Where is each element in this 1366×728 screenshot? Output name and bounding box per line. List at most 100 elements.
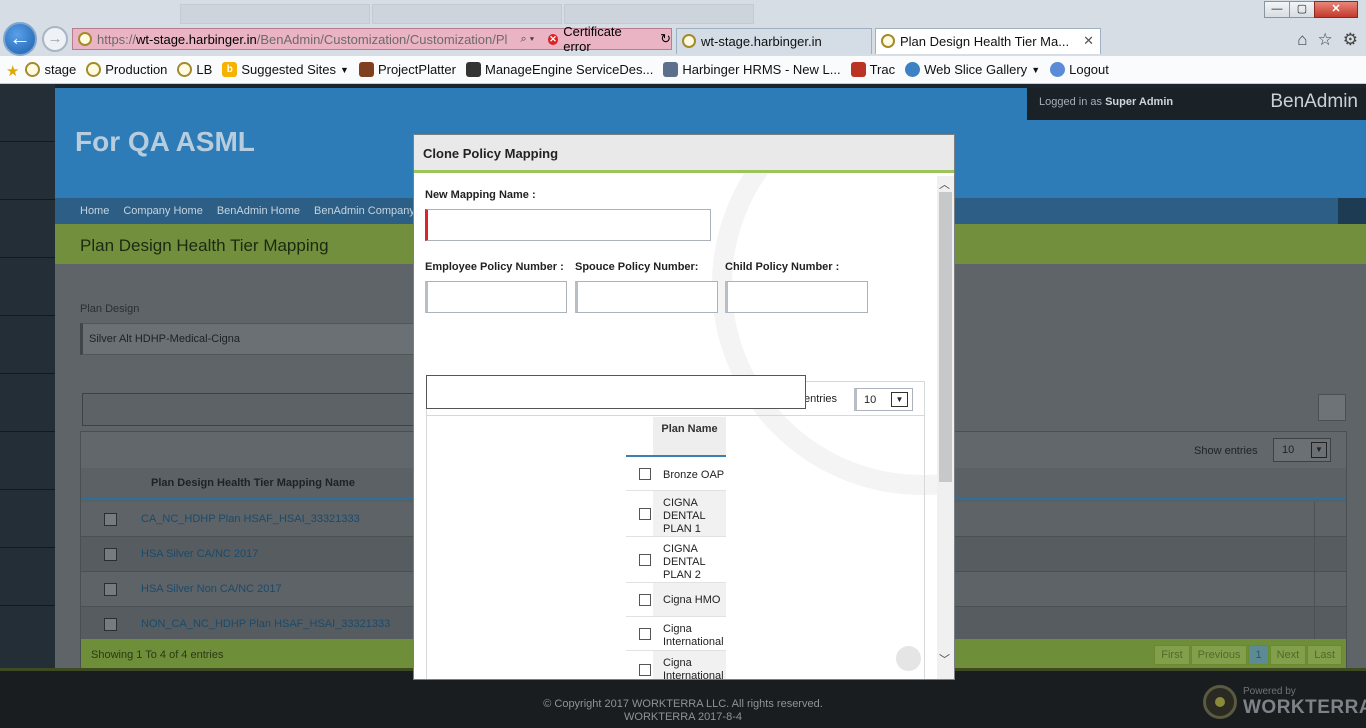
chevron-up-icon[interactable]: ︿ <box>939 176 950 192</box>
row-link[interactable]: HSA Silver CA/NC 2017 <box>141 548 258 560</box>
entries-label: entries <box>804 393 838 405</box>
plan-checkbox[interactable] <box>639 468 651 480</box>
fav-manageengine[interactable]: ManageEngine ServiceDes... <box>465 62 653 77</box>
plan-row: Cigna International <box>626 617 726 651</box>
url-text[interactable]: https://wt-stage.harbinger.in/BenAdmin/C… <box>73 32 507 47</box>
row-checkbox[interactable] <box>104 513 117 526</box>
rail-item[interactable] <box>0 200 55 258</box>
address-bar[interactable]: https://wt-stage.harbinger.in/BenAdmin/C… <box>72 24 672 54</box>
brand-logo: BenAdmin <box>1270 91 1358 112</box>
fav-production[interactable]: Production <box>86 62 167 77</box>
plans-search-input[interactable] <box>426 375 806 409</box>
bing-icon: b <box>222 62 238 77</box>
add-favorites-icon[interactable]: ★ <box>6 62 19 80</box>
plan-checkbox[interactable] <box>639 508 651 520</box>
employee-policy-input[interactable] <box>425 281 567 313</box>
plan-row: CIGNA DENTAL PLAN 2 <box>626 537 726 583</box>
child-policy-input[interactable] <box>725 281 868 313</box>
window-controls: — ▢ ✕ <box>1264 1 1358 18</box>
tab-wt-stage[interactable]: wt-stage.harbinger.in <box>676 28 872 54</box>
rail-item[interactable] <box>0 258 55 316</box>
rail-item[interactable] <box>0 432 55 490</box>
scroll-top-button[interactable] <box>896 646 921 671</box>
plan-checkbox[interactable] <box>639 628 651 640</box>
plan-checkbox[interactable] <box>639 554 651 566</box>
back-arrow-icon: ← <box>9 25 31 50</box>
fav-harbinger-hrms[interactable]: Harbinger HRMS - New L... <box>663 62 841 77</box>
fav-stage[interactable]: stage <box>25 62 76 77</box>
nav-home[interactable]: Home <box>80 205 109 217</box>
row-checkbox[interactable] <box>104 583 117 596</box>
modal-scrollbar[interactable]: ︿ ﹀ <box>937 176 954 679</box>
pager-last[interactable]: Last <box>1307 645 1342 665</box>
rail-item[interactable] <box>0 490 55 548</box>
new-mapping-name-input[interactable] <box>425 209 711 241</box>
rail-item[interactable] <box>0 316 55 374</box>
nav-benadmin-home[interactable]: BenAdmin Home <box>217 205 300 217</box>
row-checkbox[interactable] <box>104 618 117 631</box>
plan-list-header: Plan Name <box>626 417 726 457</box>
fav-web-slice-gallery[interactable]: Web Slice Gallery ▼ <box>905 62 1040 77</box>
nav-company-home[interactable]: Company Home <box>123 205 202 217</box>
user-panel: Logged in as Super Admin BenAdmin <box>1027 88 1366 120</box>
pager-first[interactable]: First <box>1154 645 1190 665</box>
gear-icon[interactable]: ⚙ <box>1343 30 1358 50</box>
chevron-down-icon[interactable]: ﹀ <box>939 651 950 667</box>
favorites-star-icon[interactable]: ☆ <box>1318 30 1333 50</box>
tab-favicon-icon <box>881 34 895 48</box>
maximize-button[interactable]: ▢ <box>1289 1 1315 18</box>
close-window-button[interactable]: ✕ <box>1314 1 1358 18</box>
plan-name: CIGNA DENTAL PLAN 1 <box>653 491 726 536</box>
fav-lb[interactable]: LB <box>177 62 212 77</box>
plan-design-select[interactable]: Silver Alt HDHP-Medical-Cigna <box>80 323 420 355</box>
spouse-policy-label: Spouce Policy Number: <box>575 261 699 273</box>
fav-trac[interactable]: Trac <box>850 62 895 77</box>
pager-page-1[interactable]: 1 <box>1248 645 1269 665</box>
refresh-icon[interactable]: ↻ <box>660 31 671 47</box>
modal-header: Clone Policy Mapping <box>414 135 954 173</box>
add-mapping-button[interactable] <box>1318 394 1346 421</box>
workterra-logo-icon <box>1203 685 1237 719</box>
row-link[interactable]: HSA Silver Non CA/NC 2017 <box>141 583 282 595</box>
fav-logout[interactable]: Logout <box>1050 62 1109 77</box>
tab-favicon-icon <box>682 34 696 48</box>
scrollbar-thumb[interactable] <box>939 192 952 482</box>
plan-name: Cigna International <box>663 623 724 648</box>
chevron-down-icon: ▼ <box>891 392 908 407</box>
column-header-name[interactable]: Plan Design Health Tier Mapping Name <box>151 477 355 489</box>
rail-item[interactable] <box>0 548 55 606</box>
row-checkbox[interactable] <box>104 548 117 561</box>
plan-checkbox[interactable] <box>639 594 651 606</box>
nav-benadmin-company[interactable]: BenAdmin Company <box>314 205 415 217</box>
rail-item[interactable] <box>0 142 55 200</box>
fav-suggested-sites[interactable]: b Suggested Sites ▼ <box>222 62 349 77</box>
row-link[interactable]: NON_CA_NC_HDHP Plan HSAF_HSAI_33321333 <box>141 618 390 630</box>
company-title: For QA ASML <box>75 126 255 157</box>
rail-item[interactable] <box>0 374 55 432</box>
plans-page-length-select[interactable]: 10 ▼ <box>854 388 913 411</box>
plan-row: Cigna HMO <box>626 583 726 617</box>
tab-plan-design[interactable]: Plan Design Health Tier Ma... ✕ <box>875 28 1101 54</box>
table-search-input[interactable] <box>82 393 422 426</box>
back-button[interactable]: ← <box>3 22 37 56</box>
plan-checkbox[interactable] <box>639 664 651 676</box>
certificate-error[interactable]: ✕ Certificate error ↻ <box>547 24 671 54</box>
pager-previous[interactable]: Previous <box>1190 645 1248 665</box>
search-dropdown-icon[interactable]: ⌕ ▾ <box>507 33 548 46</box>
spouse-policy-input[interactable] <box>575 281 718 313</box>
rail-item[interactable] <box>0 84 55 142</box>
forward-button[interactable]: → <box>42 26 68 52</box>
chevron-down-icon: ▼ <box>340 64 349 75</box>
site-favicon-icon <box>78 32 92 46</box>
row-link[interactable]: CA_NC_HDHP Plan HSAF_HSAI_33321333 <box>141 513 360 525</box>
column-header-plan-name[interactable]: Plan Name <box>653 417 726 455</box>
page-length-select[interactable]: 10 ▼ <box>1273 438 1331 462</box>
pager-next[interactable]: Next <box>1269 645 1307 665</box>
error-icon: ✕ <box>547 33 559 45</box>
minimize-button[interactable]: — <box>1264 1 1290 18</box>
employee-policy-label: Employee Policy Number : <box>425 261 564 273</box>
home-icon[interactable]: ⌂ <box>1297 30 1307 50</box>
fav-projectplatter[interactable]: ProjectPlatter <box>358 62 456 77</box>
close-tab-icon[interactable]: ✕ <box>1083 33 1094 49</box>
trac-icon <box>850 62 866 77</box>
